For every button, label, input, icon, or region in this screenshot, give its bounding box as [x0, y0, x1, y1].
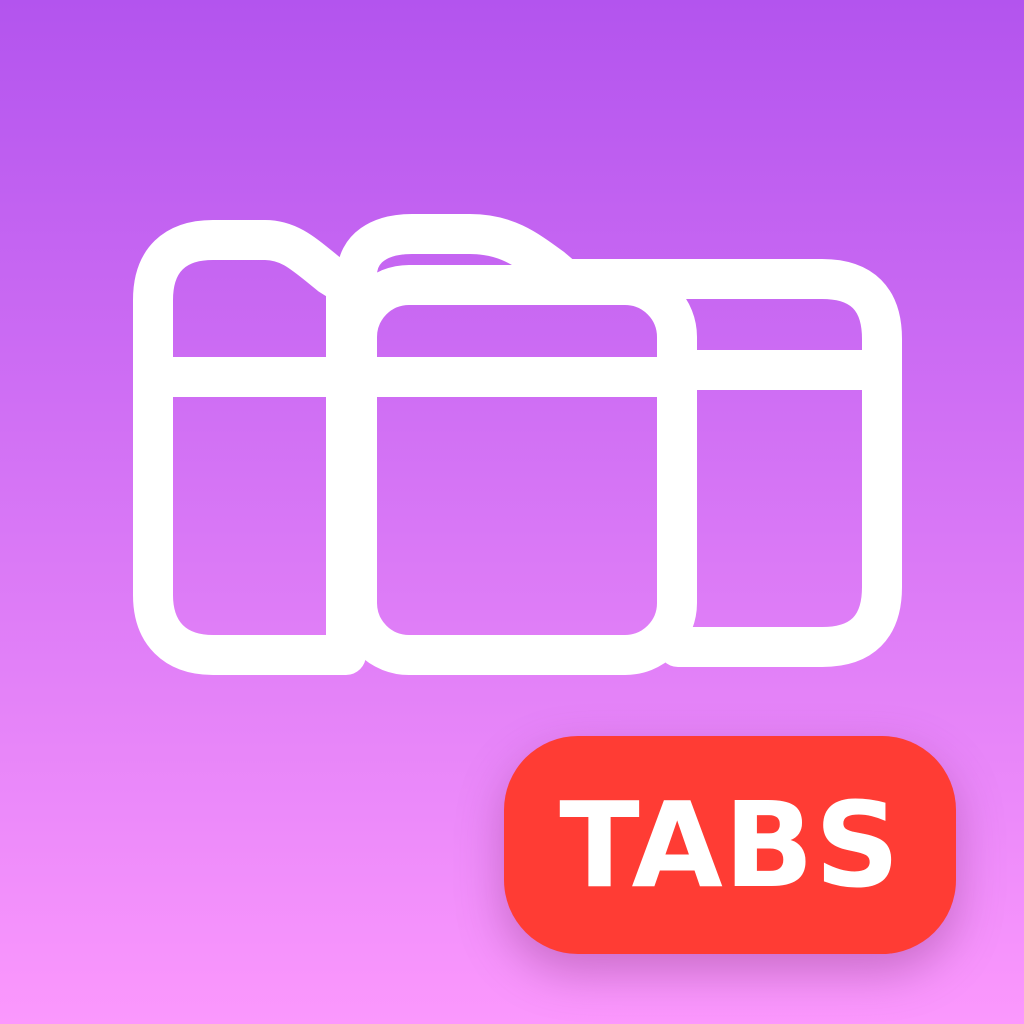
tabs-badge: TABS — [504, 736, 956, 954]
app-icon: TABS — [0, 0, 1024, 1024]
tabs-badge-label: TABS — [559, 776, 901, 914]
